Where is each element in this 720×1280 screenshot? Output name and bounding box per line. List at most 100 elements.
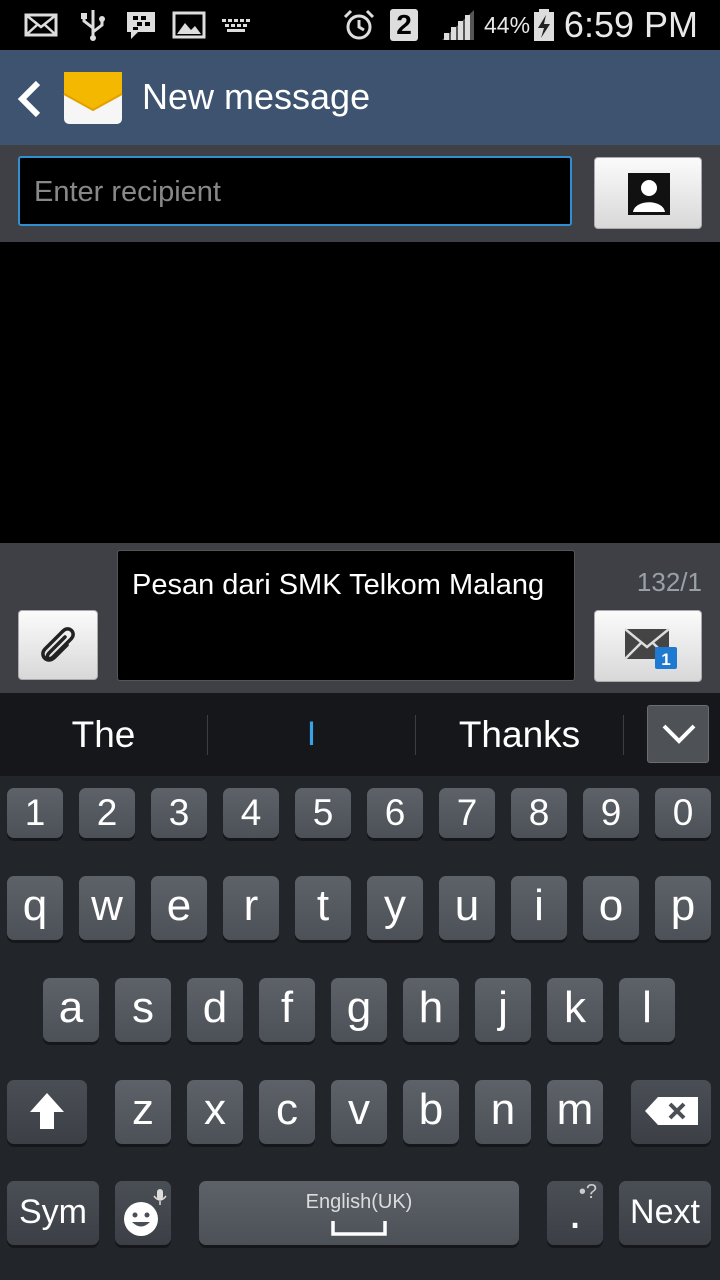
period-label: .: [568, 1186, 582, 1239]
key-k[interactable]: k: [547, 978, 603, 1042]
key-label: z: [132, 1085, 154, 1134]
emoji-key[interactable]: [115, 1181, 171, 1245]
key-label: p: [670, 881, 696, 930]
key-6[interactable]: 6: [367, 788, 423, 838]
key-label: a: [58, 983, 84, 1032]
key-label: m: [556, 1085, 594, 1134]
key-5[interactable]: 5: [295, 788, 351, 838]
key-1[interactable]: 1: [7, 788, 63, 838]
key-label: e: [166, 881, 192, 930]
key-b[interactable]: b: [403, 1080, 459, 1144]
shift-arrow-icon: [30, 1093, 64, 1129]
shift-key[interactable]: [7, 1080, 87, 1144]
key-0[interactable]: 0: [655, 788, 711, 838]
suggestion-bar: The I Thanks: [0, 693, 720, 776]
key-label: 7: [456, 792, 478, 833]
sym-key[interactable]: Sym: [7, 1181, 99, 1245]
key-g[interactable]: g: [331, 978, 387, 1042]
key-s[interactable]: s: [115, 978, 171, 1042]
key-label: 4: [240, 792, 262, 833]
key-7[interactable]: 7: [439, 788, 495, 838]
back-arrow-icon[interactable]: [16, 80, 44, 118]
bbm-icon: [127, 12, 155, 39]
key-h[interactable]: h: [403, 978, 459, 1042]
backspace-key[interactable]: [631, 1080, 711, 1144]
expand-suggestions-button[interactable]: [647, 705, 709, 763]
add-contact-button[interactable]: [594, 157, 702, 229]
status-bar: 2 44% 6:59 PM: [0, 0, 720, 50]
keyboard: Sym English(UK) •? . Next 1 2 3 4 5 6 7 8 9 0 qwe r…: [0, 776, 720, 1280]
sim2-icon: 2: [390, 9, 418, 41]
key-r[interactable]: r: [223, 876, 279, 940]
space-key[interactable]: English(UK): [199, 1181, 519, 1245]
clock: 6:59 PM: [563, 4, 698, 45]
suggestion-left[interactable]: The: [0, 693, 207, 776]
key-c[interactable]: c: [259, 1080, 315, 1144]
send-badge: 1: [661, 650, 670, 669]
mail-icon: [24, 13, 58, 37]
key-l[interactable]: l: [619, 978, 675, 1042]
suggestion-right[interactable]: Thanks: [416, 693, 623, 776]
message-input[interactable]: Pesan dari SMK Telkom Malang: [117, 550, 575, 681]
key-label: b: [418, 1085, 444, 1134]
backspace-icon: [645, 1097, 698, 1125]
key-a[interactable]: a: [43, 978, 99, 1042]
key-8[interactable]: 8: [511, 788, 567, 838]
key-w[interactable]: w: [79, 876, 135, 940]
key-o[interactable]: o: [583, 876, 639, 940]
key-n[interactable]: n: [475, 1080, 531, 1144]
key-q[interactable]: q: [7, 876, 63, 940]
key-label: d: [202, 983, 228, 1032]
key-d[interactable]: d: [187, 978, 243, 1042]
key-label: 9: [600, 792, 622, 833]
key-m[interactable]: m: [547, 1080, 603, 1144]
key-label: 2: [96, 792, 118, 833]
send-button[interactable]: 1: [594, 610, 702, 682]
next-label: Next: [630, 1193, 700, 1231]
key-4[interactable]: 4: [223, 788, 279, 838]
page-title: New message: [142, 76, 371, 117]
key-label: y: [384, 881, 406, 930]
attach-button[interactable]: [18, 610, 98, 680]
messages-app-icon: [63, 72, 123, 124]
recipient-bar: Enter recipient: [0, 145, 720, 242]
key-label: 5: [312, 792, 334, 833]
gallery-icon: [172, 11, 206, 39]
key-label: k: [564, 983, 586, 1032]
period-key[interactable]: •? .: [547, 1181, 603, 1245]
chevron-down-icon: [662, 724, 696, 744]
char-counter: 132/1: [636, 567, 702, 597]
key-label: g: [346, 983, 372, 1032]
recipient-input[interactable]: Enter recipient: [18, 156, 572, 226]
key-label: o: [598, 881, 624, 930]
key-label: f: [280, 983, 294, 1032]
key-label: 3: [168, 792, 190, 833]
key-j[interactable]: j: [475, 978, 531, 1042]
key-9[interactable]: 9: [583, 788, 639, 838]
key-label: u: [454, 881, 480, 930]
key-label: 1: [24, 792, 46, 833]
key-label: c: [276, 1085, 298, 1134]
key-x[interactable]: x: [187, 1080, 243, 1144]
suggestion-middle[interactable]: I: [208, 693, 415, 776]
action-bar: New message: [0, 50, 720, 145]
key-i[interactable]: i: [511, 876, 567, 940]
key-t[interactable]: t: [295, 876, 351, 940]
key-2[interactable]: 2: [79, 788, 135, 838]
usb-icon: [81, 10, 105, 41]
key-f[interactable]: f: [259, 978, 315, 1042]
keyboard-icon: [222, 19, 250, 32]
key-label: v: [348, 1085, 370, 1134]
key-e[interactable]: e: [151, 876, 207, 940]
key-z[interactable]: z: [115, 1080, 171, 1144]
key-y[interactable]: y: [367, 876, 423, 940]
key-label: x: [204, 1085, 226, 1134]
key-u[interactable]: u: [439, 876, 495, 940]
key-p[interactable]: p: [655, 876, 711, 940]
next-key[interactable]: Next: [619, 1181, 711, 1245]
key-label: i: [534, 881, 544, 930]
key-v[interactable]: v: [331, 1080, 387, 1144]
key-3[interactable]: 3: [151, 788, 207, 838]
suggestion-divider: [623, 715, 624, 755]
sym-label: Sym: [19, 1193, 87, 1231]
